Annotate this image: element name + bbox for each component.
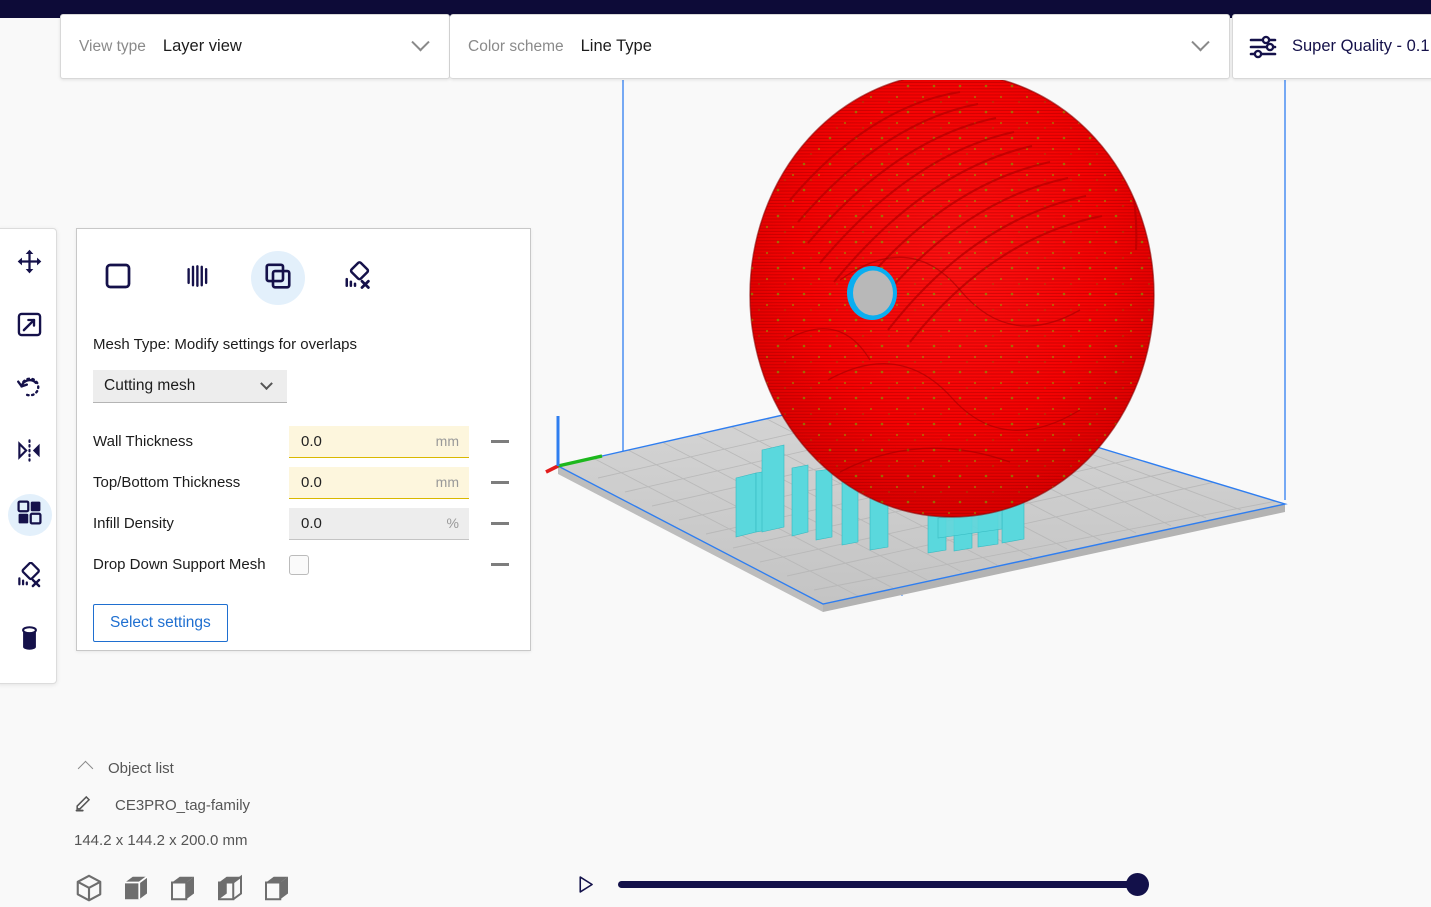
print-as-support-tab[interactable] [171,251,225,305]
mesh-type-title: Mesh Type: Modify settings for overlaps [93,336,358,353]
view-cube-top[interactable] [168,873,198,903]
cylinder-icon [16,625,43,657]
overlapping-squares-icon [263,261,293,296]
rotate-icon [16,374,43,406]
pencil-icon [74,793,93,817]
infill-density-input[interactable]: 0.0 % [289,507,469,540]
view-orientation-buttons [74,873,474,903]
color-scheme-label: Color scheme [468,37,564,55]
square-outline-icon [103,261,133,296]
remove-setting-button[interactable] [491,481,509,484]
model-center-hole [853,270,893,316]
setting-value: 0.0 [301,432,322,450]
per-model-settings-panel: Mesh Type: Modify settings for overlaps … [76,228,531,651]
vertical-lines-icon [183,261,213,296]
view-cube-right[interactable] [262,873,292,903]
object-dimensions: 144.2 x 144.2 x 200.0 mm [74,832,248,849]
wall-thickness-input[interactable]: 0.0 mm [289,425,469,458]
chevron-down-icon [260,376,273,390]
per-model-settings-tool[interactable] [7,494,52,537]
setting-row-top-bottom-thickness: Top/Bottom Thickness 0.0 mm [93,462,530,503]
setting-label: Drop Down Support Mesh [93,556,266,573]
object-list-header[interactable]: Object list [74,760,474,777]
no-support-icon [343,260,373,296]
scale-tool[interactable] [8,306,52,348]
support-blocker-tool[interactable] [8,557,52,599]
move-arrows-icon [16,248,43,280]
sliders-icon [1249,34,1279,60]
cura-main-window: View type Layer view Color scheme Line T… [0,0,1431,907]
modify-overlaps-tab[interactable] [251,251,305,305]
cylinder-tool[interactable] [8,620,52,662]
remove-setting-button[interactable] [491,563,509,566]
support-blocker-icon [16,561,43,594]
mesh-type-select-value: Cutting mesh [104,377,196,394]
color-scheme-dropdown[interactable]: Color scheme Line Type [450,14,1230,79]
mesh-type-select[interactable]: Cutting mesh [93,370,287,403]
setting-label: Top/Bottom Thickness [93,474,241,491]
setting-label: Wall Thickness [93,433,194,450]
setting-row-drop-down-support-mesh: Drop Down Support Mesh [93,544,530,585]
color-scheme-value: Line Type [580,37,652,55]
setting-value: 0.0 [301,473,322,491]
remove-setting-button[interactable] [491,440,509,443]
layer-slider-handle[interactable] [1126,873,1149,896]
setting-unit: % [446,515,459,531]
layer-slider[interactable] [618,873,1149,896]
mesh-type-tabs [77,229,530,305]
mirror-tool[interactable] [8,432,52,474]
setting-unit: mm [435,474,459,490]
top-bottom-thickness-input[interactable]: 0.0 mm [289,466,469,499]
object-name: CE3PRO_tag-family [115,796,251,814]
setting-unit: mm [435,433,459,449]
move-tool[interactable] [8,243,52,285]
layer-playback-bar [575,872,1149,897]
object-list-item[interactable]: CE3PRO_tag-family [74,793,474,817]
view-type-dropdown[interactable]: View type Layer view [60,14,450,79]
setting-row-wall-thickness: Wall Thickness 0.0 mm [93,421,530,462]
scale-icon [16,311,43,343]
rotate-tool[interactable] [8,369,52,411]
quality-label: Super Quality - 0.1 [1292,37,1430,55]
view-cube-front[interactable] [121,873,151,903]
setting-label: Infill Density [93,515,174,532]
remove-setting-button[interactable] [491,522,509,525]
chevron-up-icon [77,760,94,777]
view-cube-isometric[interactable] [74,873,104,903]
view-type-label: View type [79,37,146,55]
setting-row-infill-density: Infill Density 0.0 % [93,503,530,544]
dont-support-overlap-tab[interactable] [331,251,385,305]
drop-down-support-mesh-checkbox[interactable] [289,554,309,575]
chevron-down-icon [411,33,430,52]
3d-viewport[interactable] [540,72,1431,860]
select-settings-button[interactable]: Select settings [93,604,228,642]
view-type-value: Layer view [162,37,242,55]
object-list-panel: Object list CE3PRO_tag-family 144.2 x 14… [74,760,474,903]
left-tool-strip [0,228,57,684]
normal-model-tab[interactable] [91,251,145,305]
object-list-title: Object list [108,760,174,777]
setting-value: 0.0 [301,514,322,532]
play-triangle-icon[interactable] [575,872,596,897]
view-cube-left[interactable] [215,873,245,903]
per-model-settings-icon [16,499,43,531]
chevron-down-icon [1191,33,1210,52]
axis-x [545,464,559,474]
mirror-icon [16,437,43,469]
viewport-canvas [545,72,1288,612]
print-settings-button[interactable]: Super Quality - 0.1 [1232,14,1431,79]
settings-list: Wall Thickness 0.0 mm Top/Bottom Thickne… [77,421,530,585]
